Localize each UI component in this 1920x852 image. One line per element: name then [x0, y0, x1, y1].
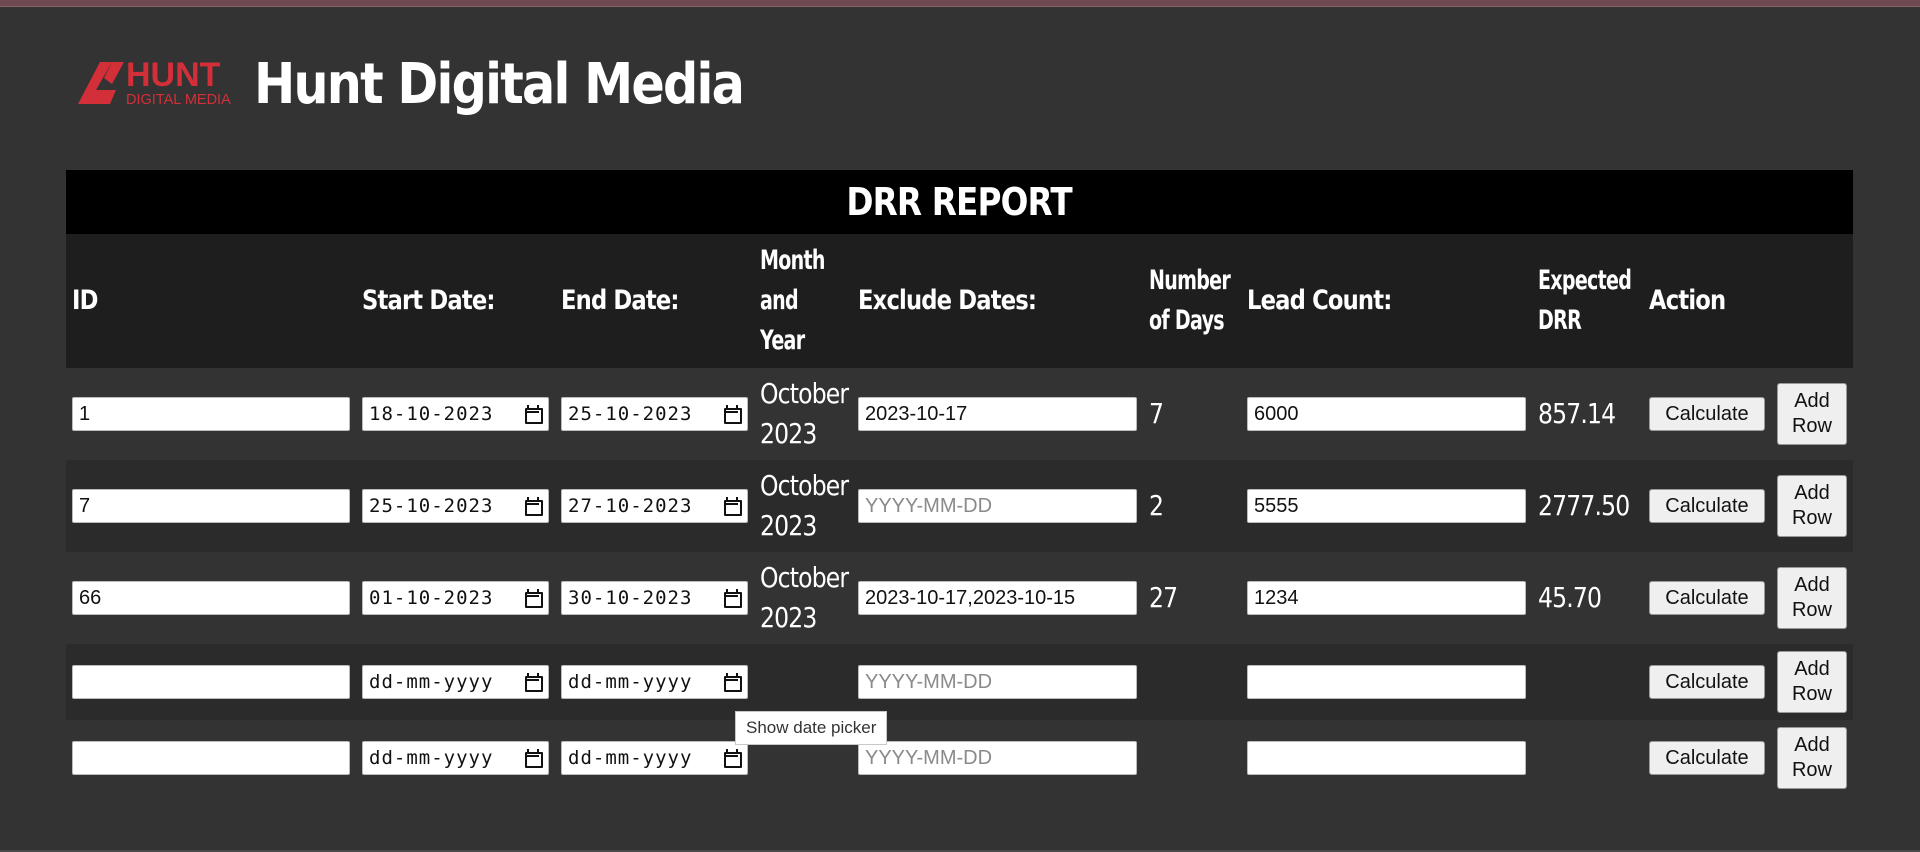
header-id: ID — [72, 285, 98, 316]
header-lead-count: Lead Count: — [1247, 285, 1392, 316]
drr-table: ID Start Date: End Date: Month and Year Ex… — [66, 234, 1853, 796]
add-row-button[interactable]: Add Row — [1777, 727, 1847, 789]
calculate-button[interactable]: Calculate — [1649, 581, 1765, 615]
header-exclude-dates: Exclude Dates: — [858, 285, 1037, 316]
exclude-dates-input[interactable] — [858, 581, 1137, 615]
calendar-icon[interactable] — [723, 749, 742, 768]
start-date-input-value: 18-10-2023 — [369, 403, 494, 425]
calendar-icon[interactable] — [723, 673, 742, 692]
date-picker-tooltip: Show date picker — [735, 711, 888, 745]
id-input[interactable] — [72, 741, 350, 775]
start-date-input-value: dd-mm-yyyy — [369, 671, 494, 693]
header-number-of-days: Number of Days — [1149, 265, 1231, 336]
hunt-logo-mark-icon — [78, 62, 124, 104]
expected-drr-text: 2777.50 — [1538, 489, 1630, 522]
add-row-button[interactable]: Add Row — [1777, 383, 1847, 445]
lead-count-input[interactable] — [1247, 581, 1526, 615]
calculate-button[interactable]: Calculate — [1649, 397, 1765, 431]
calendar-icon[interactable] — [524, 405, 543, 424]
start-date-input-value: dd-mm-yyyy — [369, 747, 494, 769]
lead-count-input[interactable] — [1247, 741, 1526, 775]
end-date-input[interactable]: 30-10-2023 — [561, 581, 748, 615]
end-date-input-value: 25-10-2023 — [568, 403, 693, 425]
start-date-input[interactable]: 01-10-2023 — [362, 581, 549, 615]
table-row: 25-10-2023 27-10-2023 October2023 2 2777.5… — [66, 460, 1853, 552]
calculate-button[interactable]: Calculate — [1649, 489, 1765, 523]
start-date-input-value: 25-10-2023 — [369, 495, 494, 517]
logo-word: HUNT — [126, 56, 221, 94]
calendar-icon[interactable] — [524, 749, 543, 768]
site-title: Hunt Digital Media — [254, 51, 745, 117]
calendar-icon[interactable] — [723, 405, 742, 424]
table-row: 18-10-2023 25-10-2023 October2023 7 857.14… — [66, 368, 1853, 460]
page-header: HUNT DIGITAL MEDIA Hunt Digital Media — [78, 48, 810, 120]
exclude-dates-input[interactable] — [858, 741, 1137, 775]
end-date-input-value: dd-mm-yyyy — [568, 747, 693, 769]
start-date-input[interactable]: dd-mm-yyyy — [362, 741, 549, 775]
logo-subtext: DIGITAL MEDIA — [126, 92, 231, 108]
id-input[interactable] — [72, 581, 350, 615]
window-top-bar — [0, 0, 1920, 7]
exclude-dates-input[interactable] — [858, 489, 1137, 523]
add-row-button[interactable]: Add Row — [1777, 567, 1847, 629]
table-row: dd-mm-yyyy dd-mm-yyyy Calculate AddRow — [66, 644, 1853, 720]
end-date-input[interactable]: dd-mm-yyyy — [561, 665, 748, 699]
lead-count-input[interactable] — [1247, 665, 1526, 699]
id-input[interactable] — [72, 489, 350, 523]
start-date-input[interactable]: dd-mm-yyyy — [362, 665, 549, 699]
table-row: 01-10-2023 30-10-2023 October2023 27 45.70… — [66, 552, 1853, 644]
header-end-date: End Date: — [561, 285, 679, 316]
calculate-button[interactable]: Calculate — [1649, 741, 1765, 775]
lead-count-input[interactable] — [1247, 397, 1526, 431]
end-date-input-value: 27-10-2023 — [568, 495, 693, 517]
end-date-input-value: 30-10-2023 — [568, 587, 693, 609]
start-date-input[interactable]: 18-10-2023 — [362, 397, 549, 431]
calendar-icon[interactable] — [524, 673, 543, 692]
start-date-input[interactable]: 25-10-2023 — [362, 489, 549, 523]
end-date-input-value: dd-mm-yyyy — [568, 671, 693, 693]
calendar-icon[interactable] — [723, 589, 742, 608]
number-of-days-text: 2 — [1149, 489, 1164, 522]
header-month-year: Month and Year — [760, 245, 825, 356]
calendar-icon[interactable] — [723, 497, 742, 516]
brand-logo: HUNT DIGITAL MEDIA — [78, 54, 238, 114]
id-input[interactable] — [72, 397, 350, 431]
header-expected-drr: Expected DRR — [1538, 265, 1632, 336]
calendar-icon[interactable] — [524, 497, 543, 516]
header-action: Action — [1649, 285, 1726, 316]
end-date-input[interactable]: dd-mm-yyyy — [561, 741, 748, 775]
end-date-input[interactable]: 27-10-2023 — [561, 489, 748, 523]
month-year-text: October 2023 — [760, 561, 849, 634]
month-year-text: October 2023 — [760, 377, 849, 450]
start-date-input-value: 01-10-2023 — [369, 587, 494, 609]
header-start-date: Start Date: — [362, 285, 495, 316]
table-row: dd-mm-yyyy dd-mm-yyyy Calculate AddRow — [66, 720, 1853, 796]
drr-report: DRR REPORT ID Start Date: End Date: Mont… — [66, 170, 1853, 796]
calendar-icon[interactable] — [524, 589, 543, 608]
table-header-row: ID Start Date: End Date: Month and Year Ex… — [66, 234, 1853, 368]
end-date-input[interactable]: 25-10-2023 — [561, 397, 748, 431]
month-year-text: October 2023 — [760, 469, 849, 542]
add-row-button[interactable]: Add Row — [1777, 475, 1847, 537]
expected-drr-text: 45.70 — [1538, 581, 1602, 614]
calculate-button[interactable]: Calculate — [1649, 665, 1765, 699]
id-input[interactable] — [72, 665, 350, 699]
add-row-button[interactable]: Add Row — [1777, 651, 1847, 713]
exclude-dates-input[interactable] — [858, 665, 1137, 699]
report-title: DRR REPORT — [66, 170, 1853, 234]
number-of-days-text: 27 — [1149, 581, 1178, 614]
exclude-dates-input[interactable] — [858, 397, 1137, 431]
lead-count-input[interactable] — [1247, 489, 1526, 523]
expected-drr-text: 857.14 — [1538, 397, 1616, 430]
number-of-days-text: 7 — [1149, 397, 1164, 430]
